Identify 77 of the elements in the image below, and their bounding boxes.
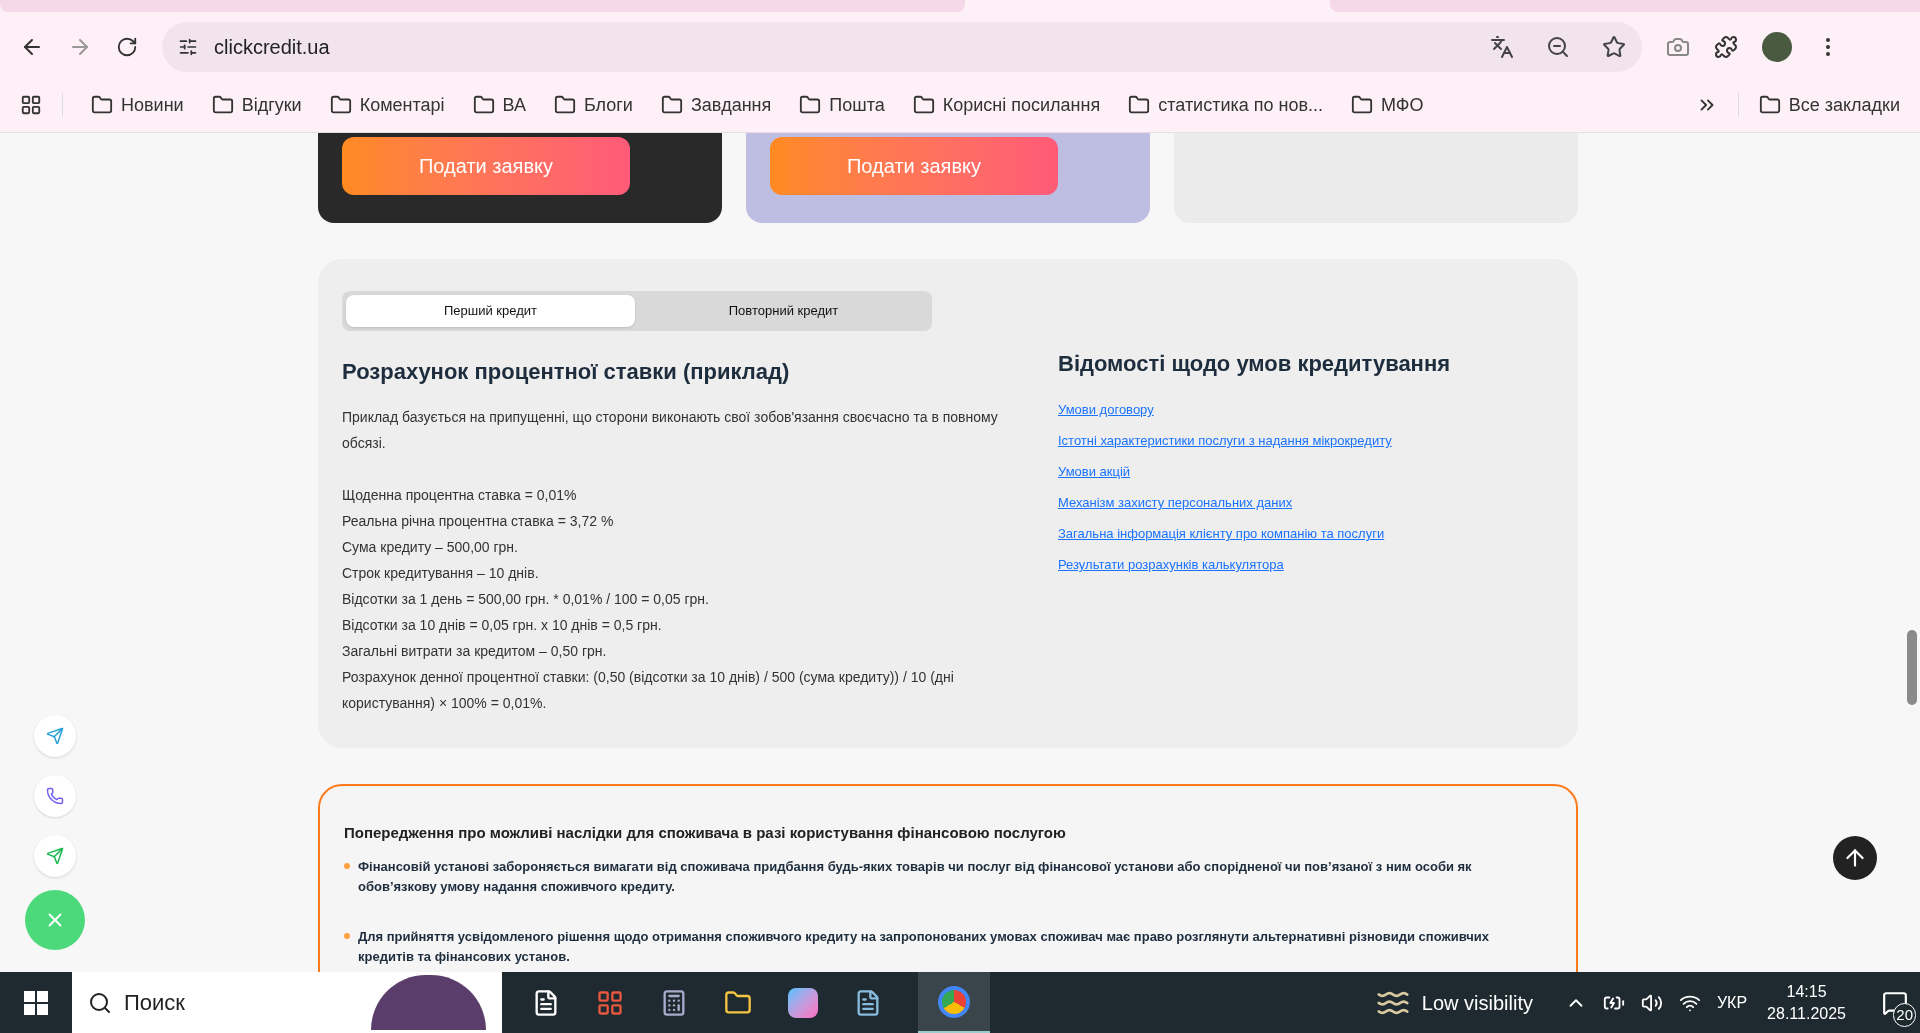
warning-title: Попередження про можливі наслідки для споживача в разі користування фінансовою послугою (344, 823, 1067, 843)
tab[interactable]: Перший кредит (346, 295, 635, 327)
extensions-icon[interactable] (1714, 35, 1738, 59)
section-title: Розрахунок процентної ставки (приклад) (342, 358, 791, 386)
browser-logo-icon (938, 985, 970, 1018)
document-link[interactable]: Умови акцій (1058, 462, 1131, 481)
clock[interactable]: 14:15 28.11.2025 (1767, 980, 1846, 1025)
bullet-icon (344, 862, 350, 869)
document-link[interactable]: Механізм захисту персональних даних (1058, 493, 1293, 512)
reload-icon[interactable] (116, 36, 138, 58)
translate-icon[interactable] (1490, 35, 1514, 59)
folder-icon (1128, 94, 1151, 116)
warning-item: Для прийняття усвідомленого рішення щодо отримання споживчого кредиту на запропонованих умовах споживач має право розглянути альтернативні різновиди споживчих кредитів та фінансових установ. (358, 927, 1490, 966)
send-icon (46, 847, 64, 865)
file-explorer-icon[interactable] (724, 988, 752, 1017)
bookmark-item[interactable]: Пошта (791, 91, 893, 119)
paper-plane-icon (46, 727, 64, 745)
intro-text: Приклад базується на припущенні, що сторони виконають свої зобов'язання своєчасно та в повному обсязі. (342, 408, 999, 453)
calculation-line: Щоденна процентна ставка = 0,01% (342, 486, 578, 505)
folder-icon (91, 94, 113, 116)
store-icon[interactable] (596, 988, 624, 1017)
folder-icon (912, 94, 935, 116)
language-indicator[interactable]: УКР (1716, 990, 1748, 1015)
site-info-icon[interactable] (178, 37, 198, 57)
bookmark-star-icon[interactable] (1602, 35, 1626, 59)
url-text: clickcredit.ua (214, 35, 331, 60)
calculation-line: Реальна річна процентна ставка = 3,72 % (342, 512, 615, 531)
copilot-icon[interactable] (788, 987, 818, 1018)
section-title: Відомості щодо умов кредитування (1058, 350, 1451, 378)
folder-icon (211, 94, 234, 116)
scroll-top-button[interactable] (1833, 836, 1877, 880)
profile-avatar[interactable] (1762, 32, 1792, 62)
search-icon (88, 990, 112, 1015)
scrollbar-thumb[interactable] (1907, 630, 1917, 705)
calculation-line: Загальні витрати за кредитом – 0,50 грн. (342, 642, 608, 661)
folder-icon (1351, 94, 1374, 116)
calculation-line: Строк кредитування – 10 днів. (342, 564, 540, 583)
folder-icon (1758, 94, 1781, 116)
calculation-line: Відсотки за 10 днів = 0,05 грн. x 10 днів = 0,5 грн. (342, 616, 663, 635)
search-field[interactable]: Поиск (72, 972, 502, 1033)
apps-icon[interactable] (20, 94, 42, 116)
document-link[interactable]: Результати розрахунків калькулятора (1058, 555, 1284, 574)
bookmark-item[interactable]: Корисні посилання (904, 91, 1109, 119)
bookmark-item[interactable]: Коментарі (321, 91, 453, 119)
bookmark-item[interactable]: ВА (464, 91, 534, 119)
calculation-line: Розрахунок денної процентної ставки: (0,50 (відсотки за 10 днів) / 500 (сума кредиту)) / 10 (дні користування) × 100% = 0,01%. (342, 668, 955, 713)
folder-icon (553, 94, 576, 116)
folder-icon (660, 94, 683, 116)
folder-icon (329, 94, 352, 116)
folder-icon (799, 94, 822, 116)
bookmark-item[interactable]: МФО (1343, 91, 1432, 119)
windows-logo-icon (24, 990, 48, 1015)
folder-icon (472, 94, 495, 116)
bookmark-item[interactable]: Завдання (652, 91, 780, 119)
document-link[interactable]: Умови договору (1058, 400, 1154, 419)
warning-item: Фінансовій установі забороняється вимагати від споживача придбання будь-яких товарів чи послуг від фінансової установи або спорідненої чи пов’язаної з ним особи як обов’язкову умову надання споживчого кредиту. (358, 857, 1473, 896)
calculation-line: Відсотки за 1 день = 500,00 грн. * 0,01% / 100 = 0,05 грн. (342, 590, 710, 609)
weather-widget[interactable]: Low visibility (1375, 985, 1533, 1020)
bookmark-item[interactable]: Новини (83, 91, 192, 119)
bookmark-item[interactable]: Відгуки (203, 91, 310, 119)
viber-button[interactable] (34, 775, 76, 817)
zoom-icon[interactable] (1546, 35, 1570, 59)
notifications-button[interactable]: 20 (1870, 972, 1920, 1033)
notification-count: 20 (1893, 1002, 1916, 1027)
phone-icon (46, 787, 64, 805)
document-link[interactable]: Істотні характеристики послуги з надання мікрокредиту (1058, 431, 1392, 450)
chrome-taskbar-icon[interactable] (918, 972, 990, 1033)
telegram-button[interactable] (34, 715, 76, 757)
bookmark-item[interactable]: Блоги (545, 91, 641, 119)
bullet-icon (344, 932, 350, 939)
document-link[interactable]: Загальна інформація клієнту про компанію та послуги (1058, 524, 1385, 543)
camera-icon[interactable] (1666, 35, 1690, 59)
calculation-line: Сума кредиту – 500,00 грн. (342, 538, 519, 557)
tab[interactable]: Повторний кредит (639, 295, 928, 327)
address-bar[interactable]: clickcredit.ua (162, 22, 1642, 72)
bookmark-item[interactable]: статистика по нов... (1120, 91, 1332, 119)
all-bookmarks-item[interactable]: Все закладки (1758, 91, 1900, 119)
